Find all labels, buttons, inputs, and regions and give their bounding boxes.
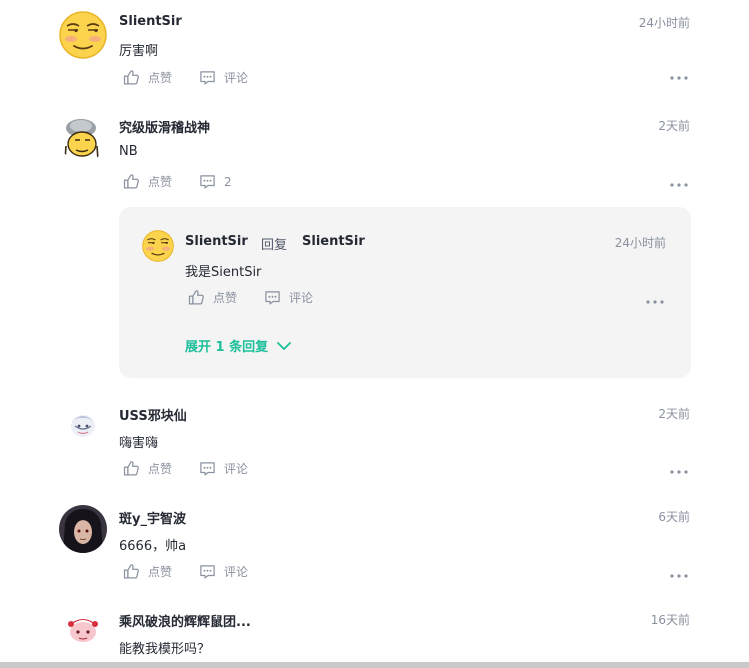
comment-bubble-icon — [199, 173, 216, 190]
comment-count: 2 — [224, 174, 232, 189]
like-button[interactable]: 点赞 — [123, 173, 172, 190]
comment-label: 评论 — [289, 291, 314, 305]
thumbs-up-icon — [188, 289, 205, 306]
expand-replies-button[interactable]: 展开 1 条回复 — [185, 336, 292, 355]
comment-username[interactable]: 斑y_宇智波 — [119, 508, 186, 527]
reply-panel: SlientSir 回复 SlientSir 24小时前 我是SientSir … — [119, 207, 691, 378]
comment-username[interactable]: SlientSir — [119, 14, 182, 29]
dark-character-avatar-icon — [59, 505, 107, 553]
reply-like-button[interactable]: 点赞 — [188, 289, 237, 306]
like-button[interactable]: 点赞 — [123, 69, 172, 86]
comment-button[interactable]: 2 — [199, 173, 232, 190]
like-label: 点赞 — [148, 565, 173, 579]
helmet-face-avatar-icon — [59, 114, 107, 162]
expand-replies-label: 展开 1 条回复 — [185, 340, 269, 355]
funny-face-avatar-icon — [142, 230, 174, 262]
like-label: 点赞 — [148, 175, 173, 189]
comment-button[interactable]: 评论 — [199, 69, 248, 86]
bottom-scroll-edge — [0, 662, 749, 668]
comment-bubble-icon — [264, 289, 281, 306]
like-button[interactable]: 点赞 — [123, 563, 172, 580]
comment-text: NB — [119, 144, 138, 159]
avatar[interactable] — [59, 505, 107, 553]
comment-username[interactable]: 究级版滑稽战神 — [119, 117, 210, 136]
comment-label: 评论 — [224, 462, 249, 476]
comment-button[interactable]: 评论 — [199, 460, 248, 477]
comment-time: 24小时前 — [638, 16, 690, 30]
like-label: 点赞 — [148, 462, 173, 476]
chevron-down-icon — [277, 341, 292, 350]
comment-label: 评论 — [224, 565, 249, 579]
red-character-avatar-icon — [59, 608, 107, 656]
reply-username[interactable]: SlientSir — [185, 234, 248, 249]
reply-text: 我是SientSir — [185, 265, 262, 280]
comment-text: 厉害啊 — [119, 44, 159, 59]
avatar[interactable] — [59, 608, 107, 656]
more-options-icon[interactable] — [645, 295, 665, 309]
reply-target-username[interactable]: SlientSir — [302, 234, 365, 249]
comment-bubble-icon — [199, 69, 216, 86]
comment-time: 6天前 — [658, 510, 690, 524]
like-label: 点赞 — [148, 71, 173, 85]
thumbs-up-icon — [123, 69, 140, 86]
comment-bubble-icon — [199, 563, 216, 580]
anime-character-avatar-icon — [59, 402, 107, 450]
reply-word: 回复 — [261, 238, 288, 253]
avatar[interactable] — [59, 11, 107, 59]
more-options-icon[interactable] — [669, 178, 689, 192]
comment-label: 评论 — [224, 71, 249, 85]
comment-text: 嗨害嗨 — [119, 436, 159, 451]
avatar[interactable] — [59, 114, 107, 162]
comment-username[interactable]: 乘风破浪的辉辉鼠团... — [119, 611, 251, 630]
comment-time: 2天前 — [658, 407, 690, 421]
comment-text: 能教我模形吗？ — [119, 642, 211, 657]
thumbs-up-icon — [123, 173, 140, 190]
reply-comment-button[interactable]: 评论 — [264, 289, 313, 306]
more-options-icon[interactable] — [669, 71, 689, 85]
like-button[interactable]: 点赞 — [123, 460, 172, 477]
reply-avatar[interactable] — [142, 230, 174, 262]
like-label: 点赞 — [213, 291, 238, 305]
comment-time: 2天前 — [658, 119, 690, 133]
reply-time: 24小时前 — [614, 236, 666, 250]
thumbs-up-icon — [123, 460, 140, 477]
avatar[interactable] — [59, 402, 107, 450]
comment-username[interactable]: USS邪块仙 — [119, 405, 187, 424]
more-options-icon[interactable] — [669, 569, 689, 583]
thumbs-up-icon — [123, 563, 140, 580]
comment-bubble-icon — [199, 460, 216, 477]
comment-button[interactable]: 评论 — [199, 563, 248, 580]
comment-time: 16天前 — [650, 613, 690, 627]
funny-face-avatar-icon — [59, 11, 107, 59]
more-options-icon[interactable] — [669, 465, 689, 479]
comment-text: 6666，帅a — [119, 539, 187, 554]
